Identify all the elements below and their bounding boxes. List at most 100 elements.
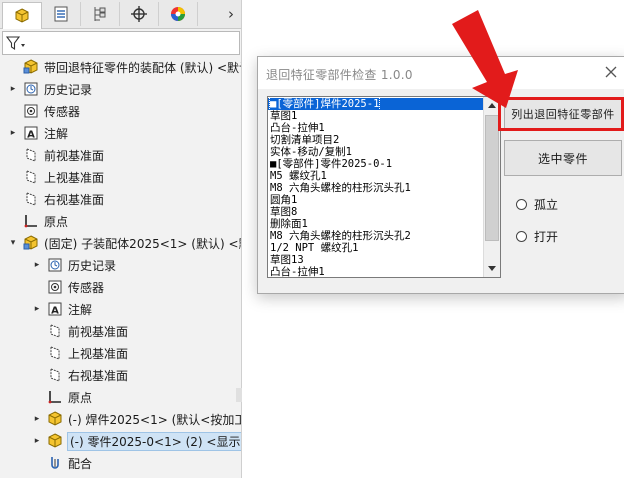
- tree-filter-bar[interactable]: [2, 31, 240, 55]
- list-item-text: ■[零部件]焊件2025-1: [268, 98, 381, 110]
- list-item-text: M5 螺纹孔1: [270, 170, 327, 182]
- list-item[interactable]: ■[零部件]零件2025-0-1: [268, 158, 484, 170]
- list-item[interactable]: 凸台-拉伸1: [268, 266, 484, 277]
- list-item-text: M8 六角头螺栓的柱形沉头孔1: [270, 182, 411, 194]
- subassembly-icon: [22, 234, 40, 252]
- list-item[interactable]: ■[零部件]焊件2025-1: [268, 98, 484, 110]
- list-item[interactable]: M8 六角头螺栓的柱形沉头孔1: [268, 182, 484, 194]
- list-item[interactable]: 草图13: [268, 254, 484, 266]
- list-item[interactable]: 草图8: [268, 206, 484, 218]
- annotation-icon: A: [46, 300, 64, 318]
- radio-open[interactable]: 打开: [516, 227, 558, 245]
- tree-item[interactable]: 上视基准面: [0, 342, 242, 364]
- tree-item[interactable]: ▾ (固定) 子装配体2025<1> (默认) <默: [0, 232, 242, 254]
- select-part-button[interactable]: 选中零件: [504, 140, 622, 176]
- tree-item[interactable]: ▸ A 注解: [0, 122, 242, 144]
- tab-configuration-manager[interactable]: [81, 2, 120, 26]
- plane-icon: [46, 322, 64, 340]
- tab-dimxpert[interactable]: [120, 2, 159, 26]
- tree-expander[interactable]: ▸: [32, 302, 42, 316]
- list-item[interactable]: 草图1: [268, 110, 484, 122]
- tab-display-manager[interactable]: [159, 2, 198, 26]
- filter-button[interactable]: [6, 34, 36, 52]
- tree-item[interactable]: 前视基准面: [0, 144, 242, 166]
- sensor-icon: [46, 278, 64, 296]
- radio-open-dot[interactable]: [516, 230, 527, 242]
- tree-item-label: 传感器: [44, 104, 81, 119]
- more-tabs-button[interactable]: ›: [224, 4, 238, 24]
- tree-item[interactable]: ▸ (-) 零件2025-0<1> (2) <显示: [0, 430, 242, 452]
- tree-expander[interactable]: ▸: [32, 412, 42, 426]
- scroll-thumb[interactable]: [485, 115, 499, 241]
- tree-item[interactable]: 右视基准面: [0, 188, 242, 210]
- list-item-text: 草图13: [270, 254, 304, 266]
- rollback-feature-listbox[interactable]: ■[零部件]焊件2025-1 草图1 凸台-拉伸1 切割清单项目2 实体-移动/复制1 ■…: [267, 96, 501, 278]
- panel-resize-handle[interactable]: [236, 388, 242, 402]
- radio-isolate-dot[interactable]: [516, 198, 527, 210]
- tree-item[interactable]: 带回退特征零件的装配体 (默认) <默认_显: [0, 56, 242, 78]
- tree-item[interactable]: ▸ A 注解: [0, 298, 242, 320]
- list-item-text: 圆角1: [270, 194, 298, 206]
- tree-item[interactable]: 上视基准面: [0, 166, 242, 188]
- tree-item[interactable]: ▸ 历史记录: [0, 78, 242, 100]
- funnel-icon: [6, 36, 25, 51]
- tree-item[interactable]: ▸ (-) 焊件2025<1> (默认<按加工: [0, 408, 242, 430]
- tree-item-label: 原点: [44, 214, 69, 229]
- tree-item-label: 注解: [44, 126, 69, 141]
- list-item[interactable]: 删除面1: [268, 218, 484, 230]
- list-item[interactable]: 1/2 NPT 螺纹孔1: [268, 242, 484, 254]
- tree-item-label: 右视基准面: [68, 368, 129, 383]
- annotation-highlight-box: [498, 97, 624, 131]
- plane-icon: [22, 190, 40, 208]
- list-item[interactable]: M8 六角头螺栓的柱形沉头孔2: [268, 230, 484, 242]
- tree-item-label: (-) 焊件2025<1> (默认<按加工: [68, 412, 242, 427]
- origin-icon: [22, 212, 40, 230]
- tree-expander[interactable]: ▾: [8, 236, 18, 250]
- list-item[interactable]: 实体-移动/复制1: [268, 146, 484, 158]
- rollback-check-dialog: 退回特征零部件检查 1.0.0 ■[零部件]焊件2025-1 草图1 凸台-拉伸1 切…: [257, 56, 624, 294]
- tree-item-label: 上视基准面: [44, 170, 105, 185]
- radio-isolate[interactable]: 孤立: [516, 195, 558, 213]
- dialog-titlebar[interactable]: 退回特征零部件检查 1.0.0: [258, 57, 624, 89]
- svg-text:A: A: [27, 130, 35, 141]
- panel-divider[interactable]: [241, 0, 242, 478]
- tree-item-label: 右视基准面: [44, 192, 105, 207]
- tree-item-label: (固定) 子装配体2025<1> (默认) <默: [44, 236, 242, 251]
- plane-icon: [22, 168, 40, 186]
- tree-item[interactable]: 前视基准面: [0, 320, 242, 342]
- feature-manager-icon: [15, 8, 29, 23]
- list-item[interactable]: 圆角1: [268, 194, 484, 206]
- list-item[interactable]: 切割清单项目2: [268, 134, 484, 146]
- tree-item[interactable]: 传感器: [0, 100, 242, 122]
- list-item-text: M8 六角头螺栓的柱形沉头孔2: [270, 230, 411, 242]
- tab-property-manager[interactable]: [42, 2, 81, 26]
- dialog-close-button[interactable]: [602, 63, 620, 81]
- tab-feature-manager[interactable]: [2, 2, 42, 29]
- configuration-manager-icon: [94, 7, 106, 21]
- tree-expander[interactable]: ▸: [32, 434, 42, 448]
- tree-item[interactable]: 传感器: [0, 276, 242, 298]
- plane-icon: [46, 366, 64, 384]
- tree-expander[interactable]: ▸: [32, 258, 42, 272]
- list-item[interactable]: M5 螺纹孔1: [268, 170, 484, 182]
- tree-item-label: (-) 零件2025-0<1> (2) <显示: [66, 431, 242, 451]
- list-item[interactable]: 凸台-拉伸1: [268, 122, 484, 134]
- tree-item[interactable]: 配合: [0, 452, 242, 474]
- list-item-text: 1/2 NPT 螺纹孔1: [270, 242, 359, 254]
- part-icon: [46, 432, 64, 450]
- tree-item[interactable]: ▸ 历史记录: [0, 254, 242, 276]
- manager-tabbar: ›: [0, 0, 242, 29]
- plane-icon: [46, 344, 64, 362]
- tree-expander[interactable]: ▸: [8, 82, 18, 96]
- tree-item[interactable]: 原点: [0, 386, 242, 408]
- scroll-down-button[interactable]: [484, 261, 500, 277]
- tree-item[interactable]: 原点: [0, 210, 242, 232]
- list-item-text: 草图8: [270, 206, 298, 218]
- list-item-text: 删除面1: [270, 218, 308, 230]
- tree-expander[interactable]: ▸: [8, 126, 18, 140]
- annotation-icon: A: [22, 124, 40, 142]
- tree-item-label: 注解: [68, 302, 93, 317]
- tree-item[interactable]: 右视基准面: [0, 364, 242, 386]
